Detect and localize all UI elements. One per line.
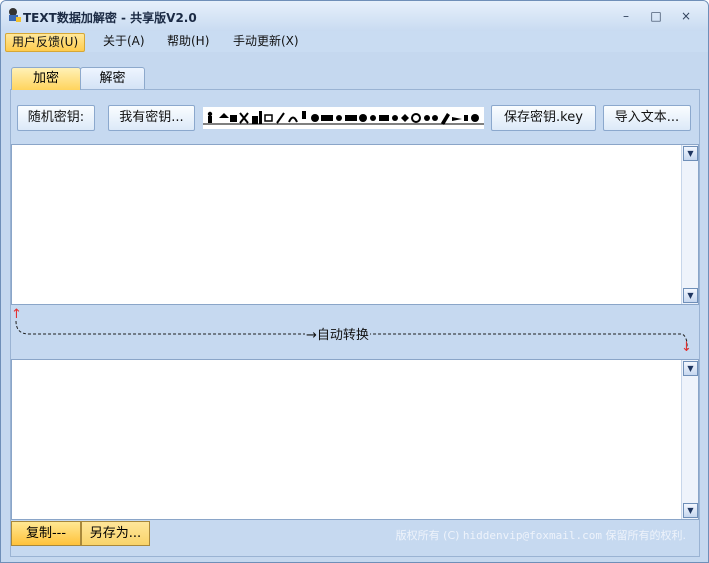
scroll-up-icon[interactable]: ▼ bbox=[683, 361, 698, 376]
red-arrow-down-icon: ↓ bbox=[681, 340, 692, 355]
key-display bbox=[203, 107, 484, 129]
scroll-down-icon[interactable]: ▼ bbox=[683, 288, 698, 303]
menu-bar: 用户反馈(U) 关于(A) 帮助(H) 手动更新(X) bbox=[1, 31, 708, 52]
save-as-button[interactable]: 另存为... bbox=[81, 521, 150, 546]
copy-button[interactable]: 复制--- bbox=[11, 521, 81, 546]
plaintext-scrollbar[interactable]: ▼ ▼ bbox=[681, 145, 698, 304]
scroll-down-icon[interactable]: ▼ bbox=[683, 503, 698, 518]
maximize-icon[interactable]: □ bbox=[645, 8, 667, 24]
ciphertext-scrollbar[interactable]: ▼ ▼ bbox=[681, 360, 698, 519]
menu-update[interactable]: 手动更新(X) bbox=[227, 33, 305, 50]
tab-encrypt[interactable]: 加密 bbox=[11, 67, 81, 90]
title-bar: TEXT数据加解密 - 共享版V2.0 – □ × bbox=[1, 1, 708, 31]
convert-indicator: ↑ →自动转换 ↓ bbox=[11, 307, 699, 355]
contact-email: hiddenvip@foxmail.com bbox=[462, 529, 602, 542]
save-key-button[interactable]: 保存密钥.key bbox=[491, 105, 596, 131]
copyright-prefix: 版权所有 (C) bbox=[395, 529, 463, 542]
copyright-suffix: 保留所有的权利. bbox=[602, 529, 686, 542]
have-key-button[interactable]: 我有密钥... bbox=[108, 105, 195, 131]
app-icon bbox=[9, 8, 21, 22]
import-text-button[interactable]: 导入文本... bbox=[603, 105, 691, 131]
random-key-button[interactable]: 随机密钥: bbox=[17, 105, 95, 131]
app-window: TEXT数据加解密 - 共享版V2.0 – □ × 用户反馈(U) 关于(A) … bbox=[0, 0, 709, 563]
copyright-text: 版权所有 (C) hiddenvip@foxmail.com 保留所有的权利. bbox=[396, 527, 686, 543]
menu-help[interactable]: 帮助(H) bbox=[161, 33, 215, 50]
window-title: TEXT数据加解密 - 共享版V2.0 bbox=[23, 11, 197, 25]
minimize-icon[interactable]: – bbox=[615, 8, 637, 24]
tab-decrypt[interactable]: 解密 bbox=[80, 67, 145, 90]
menu-feedback[interactable]: 用户反馈(U) bbox=[5, 33, 86, 52]
plaintext-input[interactable]: ▼ ▼ bbox=[11, 144, 699, 305]
scroll-up-icon[interactable]: ▼ bbox=[683, 146, 698, 161]
ciphertext-output[interactable]: ▼ ▼ bbox=[11, 359, 699, 520]
auto-convert-label[interactable]: →自动转换 bbox=[305, 324, 370, 343]
menu-about[interactable]: 关于(A) bbox=[97, 33, 151, 50]
close-icon[interactable]: × bbox=[675, 8, 697, 24]
